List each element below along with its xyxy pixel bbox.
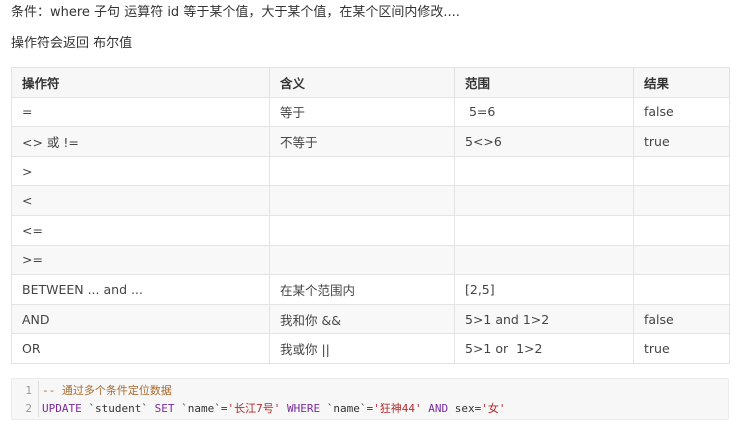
sql-code-block[interactable]: 1 -- 通过多个条件定位数据 2 UPDATE `student` SET `…: [11, 378, 729, 420]
sql-string: '狂神44': [373, 402, 422, 415]
table-row: <> 或 != 不等于 5<>6 true: [11, 126, 730, 157]
cell-range: 5>1 or 1>2: [454, 333, 634, 364]
cell-result: false: [633, 96, 730, 128]
code-line-1: 1 -- 通过多个条件定位数据: [12, 382, 172, 399]
cell-range: [454, 244, 634, 276]
cell-meaning: 等于: [269, 96, 455, 128]
code-line-2: 2 UPDATE `student` SET `name`='长江7号' WHE…: [12, 400, 505, 417]
cell-meaning: 在某个范围内: [269, 274, 455, 305]
cell-result: [633, 185, 730, 216]
header-result: 结果: [633, 67, 730, 98]
sql-keyword-and: AND: [428, 402, 449, 415]
cell-operator: >=: [11, 244, 270, 276]
table-row: = 等于 5=6 false: [11, 96, 730, 128]
cell-result: false: [633, 303, 730, 335]
sql-string: '长江7号': [227, 402, 281, 415]
sql-column: sex=: [448, 402, 482, 415]
cell-meaning: 不等于: [269, 126, 455, 157]
cell-operator: <=: [11, 214, 270, 246]
table-row: <: [11, 185, 730, 216]
sql-column: `name`=: [174, 402, 228, 415]
cell-operator: <> 或 !=: [11, 126, 270, 157]
table-row: OR 我或你 || 5>1 or 1>2 true: [11, 333, 730, 364]
table-header-row: 操作符 含义 范围 结果: [11, 67, 730, 98]
sql-keyword-set: SET: [154, 402, 175, 415]
sql-keyword-where: WHERE: [286, 402, 321, 415]
cell-operator: OR: [11, 333, 270, 364]
cell-range: [454, 214, 634, 246]
cell-range: [2,5]: [454, 274, 634, 305]
line-number: 2: [25, 402, 32, 415]
sql-column: `name`=: [320, 402, 374, 415]
cell-operator: >: [11, 155, 270, 187]
cell-operator: <: [11, 185, 270, 216]
cell-meaning: [269, 244, 455, 276]
cell-range: 5>1 and 1>2: [454, 303, 634, 335]
cell-result: [633, 244, 730, 276]
sql-string: '女': [481, 402, 506, 415]
sql-table-name: `student`: [81, 402, 155, 415]
cell-result: true: [633, 333, 730, 364]
operator-table: 操作符 含义 范围 结果 = 等于 5=6 false <> 或 != 不等于 …: [11, 67, 730, 364]
intro-condition-text: 条件：where 子句 运算符 id 等于某个值，大于某个值，在某个区间内修改.…: [11, 5, 460, 20]
cell-range: 5<>6: [454, 126, 634, 157]
cell-result: [633, 274, 730, 305]
cell-meaning: [269, 185, 455, 216]
cell-result: [633, 214, 730, 246]
line-number: 1: [25, 384, 32, 397]
cell-meaning: [269, 214, 455, 246]
cell-range: 5=6: [454, 96, 634, 128]
table-row: >: [11, 155, 730, 187]
table-row: >=: [11, 244, 730, 276]
cell-operator: =: [11, 96, 270, 128]
cell-range: [454, 185, 634, 216]
header-operator: 操作符: [11, 67, 270, 98]
sql-space: [280, 402, 287, 415]
cell-operator: BETWEEN ... and ...: [11, 274, 270, 305]
sql-comment: -- 通过多个条件定位数据: [42, 384, 172, 397]
table-row: BETWEEN ... and ... 在某个范围内 [2,5]: [11, 274, 730, 305]
table-row: AND 我和你 && 5>1 and 1>2 false: [11, 303, 730, 335]
header-range: 范围: [454, 67, 634, 98]
cell-result: [633, 155, 730, 187]
cell-result: true: [633, 126, 730, 157]
table-row: <=: [11, 214, 730, 246]
intro-boolean-text: 操作符会返回 布尔值: [11, 36, 133, 51]
sql-keyword-update: UPDATE: [42, 402, 82, 415]
cell-meaning: 我和你 &&: [269, 303, 455, 335]
cell-range: [454, 155, 634, 187]
cell-meaning: 我或你 ||: [269, 333, 455, 364]
cell-operator: AND: [11, 303, 270, 335]
header-meaning: 含义: [269, 67, 455, 98]
cell-meaning: [269, 155, 455, 187]
